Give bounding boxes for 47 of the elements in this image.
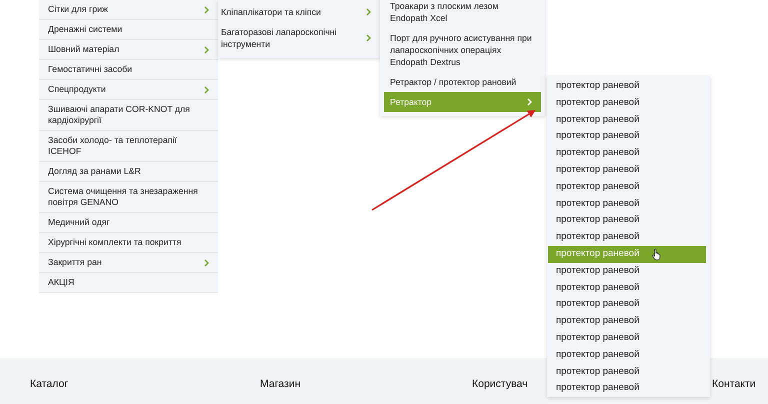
chevron-icon <box>366 8 372 16</box>
menu-item[interactable]: Кліпаплікатори та кліпси <box>218 2 380 22</box>
menu-item[interactable]: протектор раневой <box>548 380 706 398</box>
chevron-icon <box>204 46 210 54</box>
menu-item[interactable]: протектор раневой <box>548 313 706 330</box>
menu-item[interactable]: протектор раневой <box>548 280 706 296</box>
menu-item[interactable]: Закриття ран <box>39 253 218 273</box>
menu-item[interactable]: Порт для ручного асистування при лапароскопічних операціях Endopath Dextrus <box>384 28 541 72</box>
chevron-icon <box>204 86 210 94</box>
menu-item[interactable]: протектор раневой <box>548 212 706 230</box>
footer-heading: Магазин <box>260 378 301 390</box>
menu-item[interactable]: Сітки для гриж <box>39 0 218 20</box>
menu-item[interactable]: протектор раневой <box>548 196 706 212</box>
menu-item[interactable]: Медичний одяг <box>39 213 218 233</box>
menu-item[interactable]: АКЦІЯ <box>39 273 218 293</box>
menu-item[interactable]: протектор раневой <box>548 178 706 196</box>
menu-item[interactable]: протектор раневой <box>548 229 706 246</box>
menu-item[interactable]: Засоби холодо- та теплотерапії ICEHOF <box>39 131 218 162</box>
menu-item[interactable]: протектор раневой <box>548 296 706 314</box>
footer-heading: Користувач <box>472 378 528 390</box>
chevron-icon <box>204 6 210 14</box>
menu-item[interactable]: протектор раневой <box>548 78 706 95</box>
menu-item[interactable]: протектор раневой <box>548 145 706 162</box>
menu-item[interactable]: протектор раневой <box>548 128 706 146</box>
menu-item[interactable]: протектор раневой <box>548 364 706 380</box>
menu-item[interactable]: Догляд за ранами L&R <box>39 162 218 182</box>
chevron-icon <box>366 34 372 42</box>
menu-item[interactable]: протектор раневой <box>548 112 706 128</box>
chevron-icon <box>204 258 210 266</box>
footer-heading: Каталог <box>30 378 68 390</box>
menu-item[interactable]: Спецпродукти <box>39 80 218 100</box>
menu-item[interactable]: Троакари з плоским лезом Endopath Xcel <box>384 0 541 28</box>
menu-item[interactable]: протектор раневой <box>548 94 706 112</box>
menu-item[interactable]: Хірургічні комплекти та покриття <box>39 233 218 253</box>
menu-item[interactable]: протектор раневой <box>548 162 706 179</box>
menu-item[interactable]: протектор раневой <box>548 262 706 280</box>
menu-item[interactable]: Багаторазові лапароскопічні інструменти <box>218 22 380 54</box>
menu-item[interactable]: Зшиваючі апарати COR-KNOT для кардіохірургії <box>39 100 218 131</box>
menu-item[interactable]: Гемостатичні засоби <box>39 60 218 80</box>
hand-cursor-icon <box>652 248 661 261</box>
menu-item[interactable]: протектор раневой <box>548 330 706 347</box>
menu-item[interactable]: Система очищення та знезараження повітря GENANO <box>39 182 218 213</box>
chevron-icon <box>527 98 533 106</box>
footer-heading: Контакти <box>712 378 756 390</box>
menu-item[interactable]: протектор раневой <box>548 346 706 364</box>
menu-item[interactable]: Ретрактор / протектор рановий <box>384 72 541 92</box>
menu-item[interactable]: Шовний матеріал <box>39 40 218 60</box>
